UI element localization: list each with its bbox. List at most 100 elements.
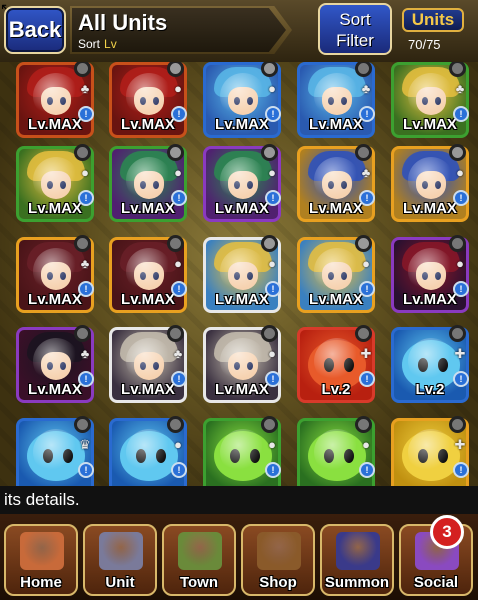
element-badge-icon: !	[78, 106, 94, 122]
favorite-ring-icon[interactable]	[167, 235, 184, 252]
unit-portrait	[314, 248, 360, 294]
favorite-ring-icon[interactable]	[74, 144, 91, 161]
nav-shop-button[interactable]: Shop	[241, 524, 315, 596]
favorite-ring-icon[interactable]	[355, 416, 372, 433]
unit-portrait	[408, 157, 454, 203]
ring-icon: ●	[174, 256, 182, 271]
element-badge-icon: !	[359, 106, 375, 122]
element-badge-icon: !	[78, 462, 94, 478]
favorite-ring-icon[interactable]	[355, 144, 372, 161]
favorite-ring-icon[interactable]	[261, 325, 278, 342]
favorite-ring-icon[interactable]	[261, 416, 278, 433]
nav-summon-button[interactable]: Summon	[320, 524, 394, 596]
home-icon	[20, 532, 64, 570]
ring-icon: ●	[456, 256, 464, 271]
unit-portrait	[220, 157, 266, 203]
nav-label: Unit	[105, 574, 135, 591]
unit-portrait	[33, 248, 79, 294]
element-badge-icon: !	[453, 190, 469, 206]
element-badge-icon: !	[171, 190, 187, 206]
ring-icon: ●	[268, 346, 276, 361]
trophy-icon: ♣	[80, 346, 90, 361]
favorite-ring-icon[interactable]	[74, 416, 91, 433]
trophy-icon: ♣	[361, 81, 371, 96]
units-label: Units	[402, 8, 464, 32]
favorite-ring-icon[interactable]	[167, 325, 184, 342]
nav-label: Shop	[259, 574, 297, 591]
ring-icon: ●	[268, 437, 276, 452]
favorite-ring-icon[interactable]	[449, 325, 466, 342]
favorite-ring-icon[interactable]	[355, 235, 372, 252]
sort-filter-label-1: Sort	[339, 10, 371, 29]
sort-indicator: Sort Lv	[78, 37, 117, 51]
nav-town-button[interactable]: Town	[162, 524, 236, 596]
element-badge-icon: !	[265, 371, 281, 387]
knight-icon	[99, 532, 143, 570]
favorite-ring-icon[interactable]	[449, 416, 466, 433]
ring-icon: ●	[268, 81, 276, 96]
favorite-ring-icon[interactable]	[261, 235, 278, 252]
top-header: ↖ Back All Units SortLv Sort Filter Unit…	[0, 0, 478, 62]
element-badge-icon: !	[359, 371, 375, 387]
back-button[interactable]: Back	[4, 6, 66, 54]
unit-portrait	[126, 338, 172, 384]
ring-icon: ●	[174, 165, 182, 180]
unit-portrait	[314, 429, 360, 475]
nav-label: Summon	[324, 574, 390, 591]
gem-shop-icon	[257, 532, 301, 570]
unit-portrait	[220, 338, 266, 384]
element-badge-icon: !	[171, 106, 187, 122]
element-badge-icon: !	[453, 106, 469, 122]
unit-portrait	[33, 338, 79, 384]
element-badge-icon: !	[78, 190, 94, 206]
page-title: All Units	[78, 10, 168, 35]
element-badge-icon: !	[265, 281, 281, 297]
unit-portrait	[408, 338, 454, 384]
unit-portrait	[408, 429, 454, 475]
nav-label: Town	[179, 574, 219, 591]
unit-portrait	[408, 73, 454, 119]
trophy-icon: ♣	[80, 256, 90, 271]
favorite-ring-icon[interactable]	[449, 144, 466, 161]
element-badge-icon: !	[453, 462, 469, 478]
trophy-icon: ♣	[455, 81, 465, 96]
plus-icon: ✚	[360, 346, 372, 361]
element-badge-icon: !	[359, 190, 375, 206]
ring-icon: ●	[174, 81, 182, 96]
ring-icon: ●	[268, 165, 276, 180]
nav-unit-button[interactable]: Unit	[83, 524, 157, 596]
unit-portrait	[126, 157, 172, 203]
favorite-ring-icon[interactable]	[167, 144, 184, 161]
nav-home-button[interactable]: Home	[4, 524, 78, 596]
element-badge-icon: !	[171, 371, 187, 387]
sort-filter-button[interactable]: Sort Filter	[318, 3, 392, 55]
favorite-ring-icon[interactable]	[449, 235, 466, 252]
trophy-icon: ♣	[361, 165, 371, 180]
favorite-ring-icon[interactable]	[74, 325, 91, 342]
unit-portrait	[220, 248, 266, 294]
trophy-icon: ♣	[80, 81, 90, 96]
favorite-ring-icon[interactable]	[74, 235, 91, 252]
bottom-nav: Home Unit Town Shop Summon Social	[0, 514, 478, 600]
unit-portrait	[126, 429, 172, 475]
element-badge-icon: !	[171, 462, 187, 478]
unit-portrait	[314, 338, 360, 384]
ring-icon: ●	[174, 437, 182, 452]
element-badge-icon: !	[78, 281, 94, 297]
trophy-icon: ♣	[173, 346, 183, 361]
town-icon	[178, 532, 222, 570]
element-badge-icon: !	[265, 462, 281, 478]
unit-portrait	[314, 157, 360, 203]
unit-portrait	[33, 73, 79, 119]
sort-value: Lv	[104, 37, 117, 51]
element-badge-icon: !	[265, 106, 281, 122]
units-count: 70/75	[408, 37, 441, 52]
element-badge-icon: !	[453, 371, 469, 387]
summon-gate-icon	[336, 532, 380, 570]
ring-icon: ●	[268, 256, 276, 271]
unit-portrait	[33, 157, 79, 203]
favorite-ring-icon[interactable]	[261, 144, 278, 161]
favorite-ring-icon[interactable]	[167, 416, 184, 433]
favorite-ring-icon[interactable]	[355, 325, 372, 342]
ring-icon: ●	[456, 165, 464, 180]
